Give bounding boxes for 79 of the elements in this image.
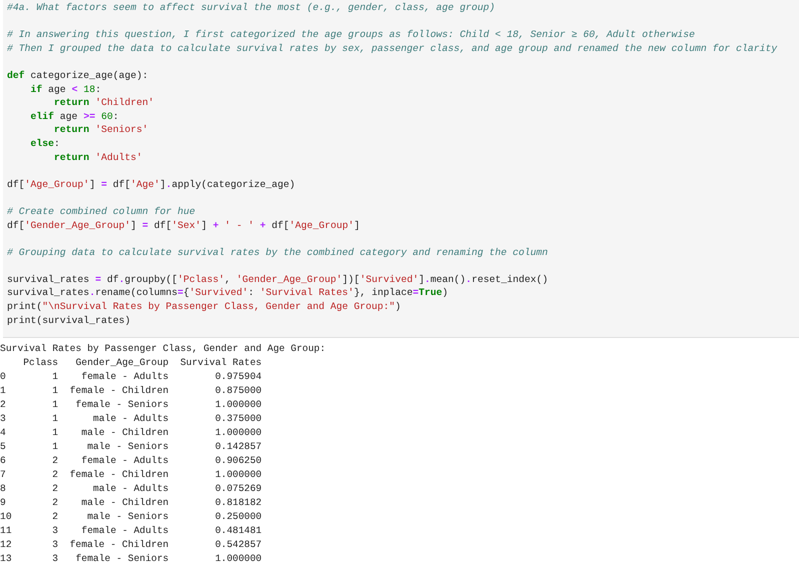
table-cell: male - Adults xyxy=(93,412,169,426)
table-cell: male - Adults xyxy=(93,482,169,496)
table-cell: 2 xyxy=(52,496,58,510)
table-cell: female - Adults xyxy=(81,370,169,384)
row-index: 13 xyxy=(0,552,12,566)
table-cell: female - Children xyxy=(70,468,169,482)
code-line: # Then I grouped the data to calculate survival rates by sex, passenger class, and age group and renamed the new column for clarity xyxy=(7,42,778,56)
table-cell: 0.142857 xyxy=(215,440,262,454)
table-cell: 0.542857 xyxy=(215,538,262,552)
code-line: elif age >= 60: xyxy=(30,110,119,124)
table-cell: 1.000000 xyxy=(215,426,262,440)
row-index: 7 xyxy=(0,468,6,482)
row-index: 8 xyxy=(0,482,6,496)
row-index: 5 xyxy=(0,440,6,454)
column-header: Gender_Age_Group xyxy=(76,356,169,370)
table-cell: female - Seniors xyxy=(76,398,169,412)
table-cell: male - Children xyxy=(81,426,169,440)
table-cell: 1 xyxy=(52,384,58,398)
row-index: 6 xyxy=(0,454,6,468)
code-line: df['Age_Group'] = df['Age'].apply(categorize_age) xyxy=(7,178,296,192)
row-index: 0 xyxy=(0,370,6,384)
code-line: survival_rates.rename(columns={'Survived': 'Survival Rates'}, inplace=True) xyxy=(7,286,448,300)
table-cell: 0.375000 xyxy=(215,412,262,426)
table-cell: 3 xyxy=(52,552,58,566)
table-cell: 2 xyxy=(52,482,58,496)
table-cell: 2 xyxy=(52,454,58,468)
row-index: 3 xyxy=(0,412,6,426)
table-cell: 1 xyxy=(52,440,58,454)
code-line: print(survival_rates) xyxy=(7,314,130,328)
row-index: 4 xyxy=(0,426,6,440)
code-line: return 'Children' xyxy=(53,96,154,110)
code-line: return 'Seniors' xyxy=(53,123,148,137)
code-line: survival_rates = df.groupby(['Pclass', 'Gender_Age_Group'])['Survived'].mean().reset_index() xyxy=(7,272,548,286)
code-line: # Create combined column for hue xyxy=(7,204,196,218)
row-index: 2 xyxy=(0,398,6,412)
table-cell: female - Adults xyxy=(81,524,169,538)
table-cell: 2 xyxy=(52,510,58,524)
table-cell: female - Seniors xyxy=(76,552,169,566)
code-line: #4a. What factors seem to affect survival the most (e.g., gender, class, age group) xyxy=(7,1,495,15)
table-cell: female - Adults xyxy=(81,454,169,468)
table-cell: 1 xyxy=(52,412,58,426)
table-cell: 0.875000 xyxy=(215,384,262,398)
table-cell: 1 xyxy=(52,426,58,440)
row-index: 1 xyxy=(0,384,6,398)
row-index: 9 xyxy=(0,496,6,510)
table-cell: male - Seniors xyxy=(87,510,169,524)
column-header: Pclass xyxy=(23,356,58,370)
code-line: print("\nSurvival Rates by Passenger Class, Gender and Age Group:") xyxy=(7,300,401,314)
code-line: return 'Adults' xyxy=(53,150,142,164)
table-cell: 1 xyxy=(52,398,58,412)
table-cell: 3 xyxy=(52,538,58,552)
table-cell: 1.000000 xyxy=(215,468,262,482)
code-cell[interactable] xyxy=(3,0,799,338)
table-cell: male - Children xyxy=(81,496,169,510)
table-cell: 1.000000 xyxy=(215,552,262,566)
row-index: 11 xyxy=(0,524,12,538)
table-cell: 0.250000 xyxy=(215,510,262,524)
code-line: else: xyxy=(30,136,60,151)
column-header: Survival Rates xyxy=(180,356,262,370)
table-cell: 0.906250 xyxy=(215,454,262,468)
code-line: def categorize_age(age): xyxy=(7,68,148,83)
row-index: 10 xyxy=(0,510,12,524)
code-line: df['Gender_Age_Group'] = df['Sex'] + ' - ' + df['Age_Group'] xyxy=(7,218,360,232)
table-cell: 2 xyxy=(52,468,58,482)
table-cell: 0.481481 xyxy=(215,524,262,538)
table-cell: 1 xyxy=(52,370,58,384)
table-cell: 0.075269 xyxy=(215,482,262,496)
table-cell: 0.818182 xyxy=(215,496,262,510)
output-title: Survival Rates by Passenger Class, Gender and Age Group: xyxy=(0,342,326,356)
table-cell: male - Seniors xyxy=(87,440,169,454)
table-cell: 1.000000 xyxy=(215,398,262,412)
table-cell: 3 xyxy=(52,524,58,538)
table-cell: 0.975904 xyxy=(215,370,262,384)
code-line: # Grouping data to calculate survival rates by the combined category and renaming the column xyxy=(7,246,548,260)
table-cell: female - Children xyxy=(70,384,169,398)
code-line: # In answering this question, I first categorized the age groups as follows: Child < 18, Senior ≥ 60, Adult otherwise xyxy=(7,28,695,42)
code-line: if age < 18: xyxy=(30,82,102,96)
table-cell: female - Children xyxy=(70,538,169,552)
row-index: 12 xyxy=(0,538,12,552)
